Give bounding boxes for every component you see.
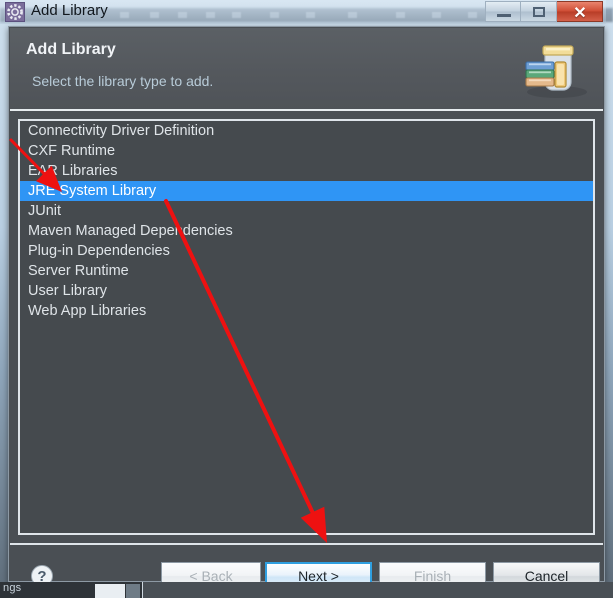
close-button[interactable]: ✕ <box>557 1 603 22</box>
add-library-window: Add Library ✕ Add Library Select the lib… <box>0 0 606 598</box>
list-item[interactable]: Maven Managed Dependencies <box>20 221 593 241</box>
library-jar-books-icon <box>517 36 589 100</box>
header-divider <box>10 109 603 111</box>
list-item[interactable]: EAR Libraries <box>20 161 593 181</box>
maximize-icon <box>533 7 545 17</box>
list-item[interactable]: User Library <box>20 281 593 301</box>
close-icon: ✕ <box>573 4 587 22</box>
window-controls: ✕ <box>485 1 603 22</box>
library-type-list[interactable]: Connectivity Driver Definition CXF Runtim… <box>18 119 595 535</box>
maximize-button[interactable] <box>521 1 557 22</box>
taskbar-label: ngs <box>3 582 22 594</box>
window-title: Add Library <box>31 2 108 19</box>
minimize-button[interactable] <box>485 1 521 22</box>
taskbar-pane <box>143 582 613 598</box>
taskbar-tile[interactable] <box>95 584 125 598</box>
dialog-header: Add Library Select the library type to a… <box>10 28 603 109</box>
list-item[interactable]: Plug-in Dependencies <box>20 241 593 261</box>
list-item[interactable]: Server Runtime <box>20 261 593 281</box>
screen: Add Library ✕ Add Library Select the lib… <box>0 0 613 598</box>
list-item[interactable]: JRE System Library <box>20 181 593 201</box>
taskbar: ngs <box>0 582 613 598</box>
button-bar-divider <box>10 543 603 545</box>
page-title: Add Library <box>26 41 116 58</box>
list-item[interactable]: JUnit <box>20 201 593 221</box>
taskbar-tile-secondary[interactable] <box>126 584 140 598</box>
eclipse-gear-icon <box>5 2 25 22</box>
dialog-body: Add Library Select the library type to a… <box>8 26 605 598</box>
list-item[interactable]: Connectivity Driver Definition <box>20 121 593 141</box>
list-item[interactable]: Web App Libraries <box>20 301 593 321</box>
window-titlebar[interactable]: Add Library ✕ <box>0 0 606 24</box>
minimize-icon <box>497 14 511 17</box>
page-subtitle: Select the library type to add. <box>32 73 214 89</box>
list-item[interactable]: CXF Runtime <box>20 141 593 161</box>
